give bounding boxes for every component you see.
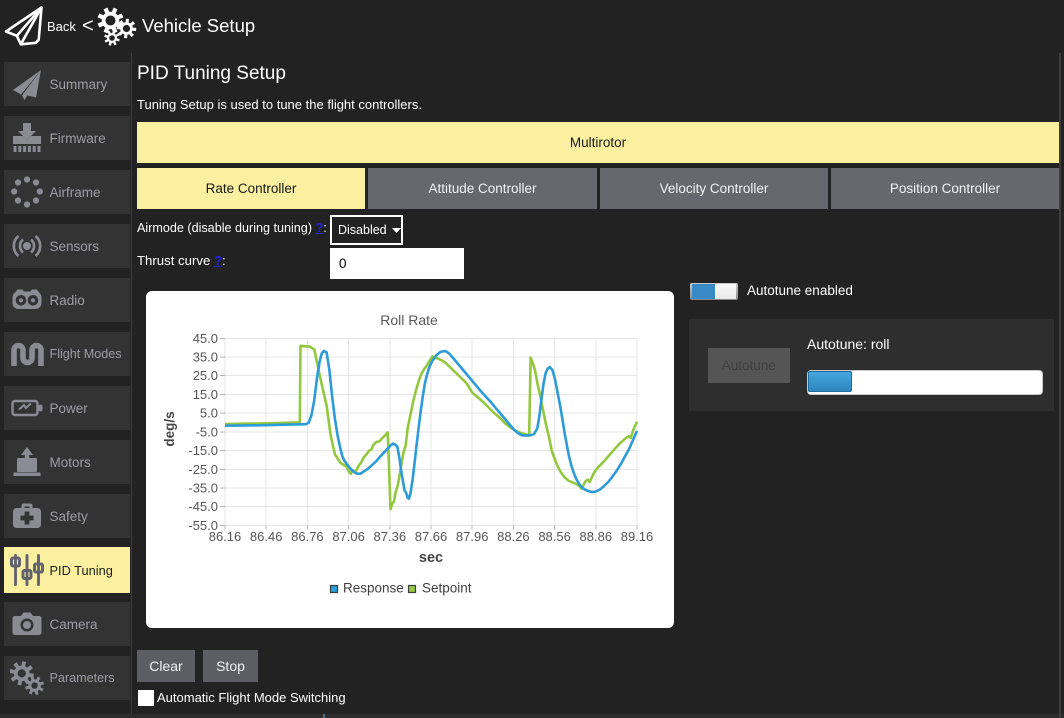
svg-text:-5.0: -5.0	[196, 424, 218, 439]
svg-text:deg/s: deg/s	[162, 411, 177, 446]
svg-text:sec: sec	[419, 550, 443, 566]
svg-text:45.0: 45.0	[193, 331, 218, 346]
svg-text:89.16: 89.16	[621, 529, 654, 544]
svg-text:87.06: 87.06	[332, 529, 365, 544]
svg-text:87.36: 87.36	[374, 529, 407, 544]
svg-text:88.56: 88.56	[538, 529, 571, 544]
svg-text:87.96: 87.96	[456, 529, 489, 544]
svg-text:86.16: 86.16	[209, 529, 242, 544]
svg-text:88.26: 88.26	[497, 529, 530, 544]
svg-text:-45.0: -45.0	[188, 499, 218, 514]
svg-text:87.66: 87.66	[415, 529, 448, 544]
svg-text:35.0: 35.0	[193, 350, 218, 365]
svg-text:86.76: 86.76	[291, 529, 324, 544]
svg-text:Response: Response	[343, 581, 404, 596]
svg-text:Roll Rate: Roll Rate	[380, 312, 438, 328]
svg-text:-35.0: -35.0	[188, 481, 218, 496]
svg-text:-15.0: -15.0	[188, 443, 218, 458]
svg-text:5.0: 5.0	[200, 406, 218, 421]
svg-text:88.86: 88.86	[580, 529, 613, 544]
svg-text:Setpoint: Setpoint	[422, 581, 472, 596]
svg-text:15.0: 15.0	[193, 387, 218, 402]
svg-text:86.46: 86.46	[250, 529, 283, 544]
svg-text:25.0: 25.0	[193, 368, 218, 383]
svg-text:-25.0: -25.0	[188, 462, 218, 477]
